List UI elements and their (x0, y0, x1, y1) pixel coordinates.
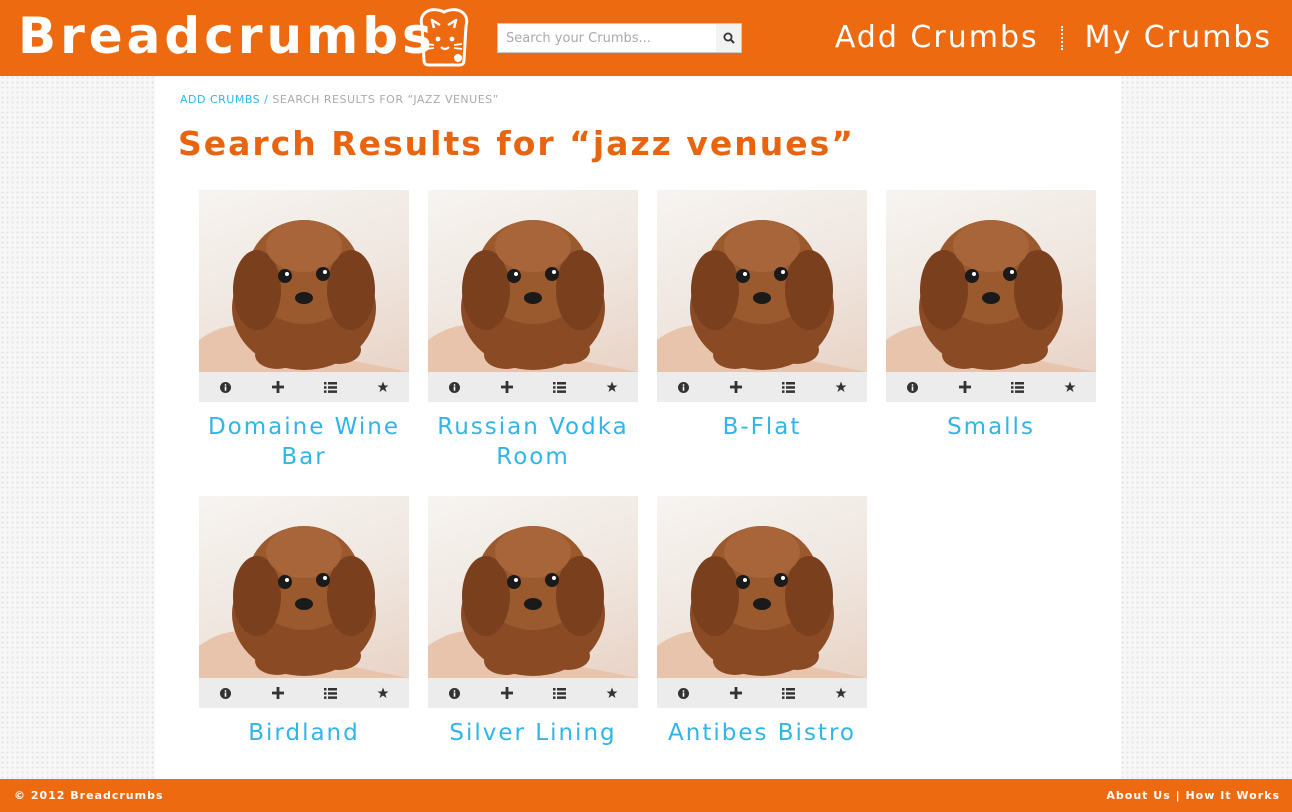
info-icon[interactable] (211, 679, 239, 707)
result-card: Antibes Bistro (657, 496, 867, 802)
info-icon[interactable] (440, 679, 468, 707)
card-actions (199, 678, 409, 708)
result-card: Domaine Wine Bar (199, 190, 409, 496)
site-header: Breadcrumbs Add Crumbs My Crumbs (0, 0, 1292, 76)
results-grid: Domaine Wine Bar Russian Vodka Room B-Fl… (199, 190, 1119, 802)
info-icon[interactable] (440, 373, 468, 401)
result-title[interactable]: B-Flat (657, 412, 867, 442)
star-icon[interactable] (598, 373, 626, 401)
result-title[interactable]: Antibes Bistro (657, 718, 867, 748)
info-icon[interactable] (669, 373, 697, 401)
nav-separator (1060, 26, 1063, 50)
page-title: Search Results for “jazz venues” (178, 124, 855, 163)
result-title[interactable]: Smalls (886, 412, 1096, 442)
card-actions (199, 372, 409, 402)
result-card: Smalls (886, 190, 1096, 496)
site-footer: © 2012 Breadcrumbs About Us | How It Wor… (0, 779, 1292, 812)
breadcrumb-current: SEARCH RESULTS FOR “JAZZ VENUES” (272, 93, 499, 106)
breadcrumb: ADD CRUMBS / SEARCH RESULTS FOR “JAZZ VE… (180, 93, 499, 106)
toast-cat-icon[interactable] (412, 4, 476, 68)
star-icon[interactable] (827, 373, 855, 401)
puppy-photo[interactable] (199, 190, 409, 372)
plus-icon[interactable] (722, 373, 750, 401)
result-card: B-Flat (657, 190, 867, 496)
logo-wordmark[interactable]: Breadcrumbs (18, 6, 436, 66)
puppy-photo[interactable] (657, 496, 867, 678)
list-icon[interactable] (545, 679, 573, 707)
star-icon[interactable] (369, 679, 397, 707)
puppy-photo[interactable] (199, 496, 409, 678)
card-actions (657, 372, 867, 402)
puppy-photo[interactable] (428, 190, 638, 372)
search-input[interactable] (497, 23, 717, 53)
footer-separator: | (1175, 789, 1181, 802)
search-icon (723, 32, 735, 44)
card-actions (657, 678, 867, 708)
footer-how-it-works[interactable]: How It Works (1185, 789, 1280, 802)
breadcrumb-add-crumbs[interactable]: ADD CRUMBS (180, 93, 260, 106)
info-icon[interactable] (669, 679, 697, 707)
card-actions (886, 372, 1096, 402)
info-icon[interactable] (211, 373, 239, 401)
search-button[interactable] (716, 23, 742, 53)
result-title[interactable]: Russian Vodka Room (428, 412, 638, 472)
plus-icon[interactable] (951, 373, 979, 401)
info-icon[interactable] (898, 373, 926, 401)
content-panel: ADD CRUMBS / SEARCH RESULTS FOR “JAZZ VE… (155, 76, 1121, 779)
list-icon[interactable] (316, 373, 344, 401)
copyright: © 2012 Breadcrumbs (14, 789, 164, 802)
star-icon[interactable] (598, 679, 626, 707)
result-title[interactable]: Domaine Wine Bar (199, 412, 409, 472)
nav-my-crumbs[interactable]: My Crumbs (1085, 16, 1272, 60)
star-icon[interactable] (1056, 373, 1084, 401)
plus-icon[interactable] (264, 679, 292, 707)
list-icon[interactable] (316, 679, 344, 707)
nav-add-crumbs[interactable]: Add Crumbs (835, 16, 1039, 60)
result-card: Silver Lining (428, 496, 638, 802)
card-actions (428, 678, 638, 708)
list-icon[interactable] (545, 373, 573, 401)
plus-icon[interactable] (493, 679, 521, 707)
list-icon[interactable] (774, 679, 802, 707)
plus-icon[interactable] (493, 373, 521, 401)
puppy-photo[interactable] (428, 496, 638, 678)
result-card: Russian Vodka Room (428, 190, 638, 496)
footer-links: About Us | How It Works (1106, 789, 1280, 802)
puppy-photo[interactable] (657, 190, 867, 372)
star-icon[interactable] (369, 373, 397, 401)
puppy-photo[interactable] (886, 190, 1096, 372)
star-icon[interactable] (827, 679, 855, 707)
list-icon[interactable] (774, 373, 802, 401)
result-card: Birdland (199, 496, 409, 802)
plus-icon[interactable] (264, 373, 292, 401)
main-nav: Add Crumbs My Crumbs (835, 16, 1272, 60)
plus-icon[interactable] (722, 679, 750, 707)
list-icon[interactable] (1003, 373, 1031, 401)
result-title[interactable]: Silver Lining (428, 718, 638, 748)
result-title[interactable]: Birdland (199, 718, 409, 748)
card-actions (428, 372, 638, 402)
footer-about-us[interactable]: About Us (1106, 789, 1170, 802)
